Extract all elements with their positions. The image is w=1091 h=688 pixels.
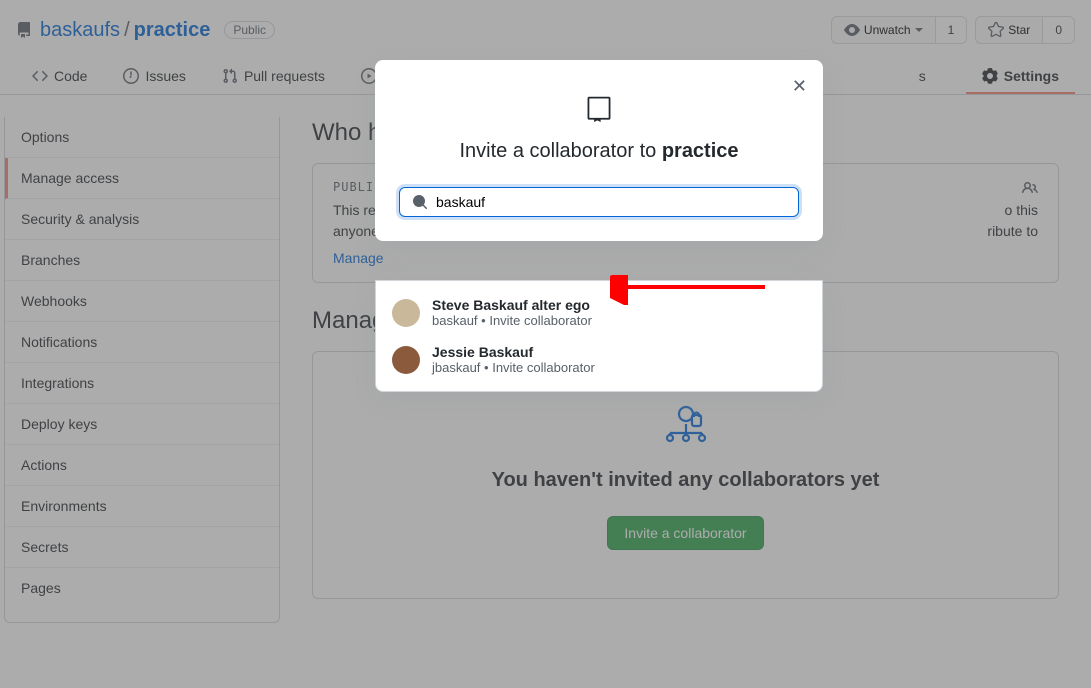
search-suggestions: Steve Baskauf alter ego baskauf • Invite… [375, 280, 823, 392]
suggestion-item[interactable]: Steve Baskauf alter ego baskauf • Invite… [384, 289, 814, 336]
collaborator-search-input[interactable] [436, 194, 786, 210]
search-field-wrap[interactable] [399, 187, 799, 217]
suggestion-item[interactable]: Jessie Baskauf jbaskauf • Invite collabo… [384, 336, 814, 383]
invite-modal: ✕ Invite a collaborator to practice [375, 60, 823, 241]
modal-title: Invite a collaborator to practice [399, 140, 799, 163]
suggestion-detail: jbaskauf • Invite collaborator [432, 360, 595, 375]
repo-push-icon [586, 94, 612, 124]
suggestion-detail: baskauf • Invite collaborator [432, 313, 592, 328]
avatar [392, 299, 420, 327]
suggestion-name: Steve Baskauf alter ego [432, 297, 592, 313]
close-button[interactable]: ✕ [792, 76, 807, 97]
search-icon [412, 194, 428, 210]
avatar [392, 346, 420, 374]
suggestion-name: Jessie Baskauf [432, 344, 595, 360]
